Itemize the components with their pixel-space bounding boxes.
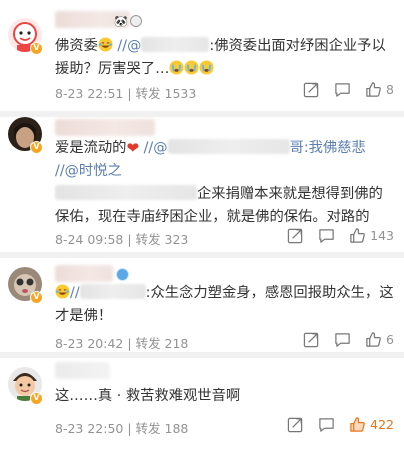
share-icon	[303, 82, 319, 98]
comment-icon	[335, 83, 350, 97]
share-button[interactable]	[303, 331, 320, 348]
action-bar: 143	[273, 227, 394, 244]
verified-badge-icon: V	[30, 42, 43, 55]
comment-button[interactable]	[334, 331, 351, 348]
comment-button[interactable]	[318, 416, 335, 433]
share-button[interactable]	[303, 81, 320, 98]
repost-item: V 这……真 · 救苦救难观世音啊 8-23 22:50 | 转发 188 42…	[0, 358, 404, 452]
repost-text: //:众生念力塑金身，感恩回报助众生，这才是佛！	[55, 284, 394, 324]
share-button[interactable]	[287, 416, 304, 433]
heart-emoji-icon: ❤	[126, 139, 140, 157]
like-button[interactable]: 143	[349, 227, 394, 244]
comment-icon	[335, 333, 350, 347]
mention-redacted	[167, 139, 290, 154]
like-icon	[366, 332, 381, 347]
comment-icon	[319, 229, 334, 243]
comment-button[interactable]	[334, 81, 351, 98]
repost-text: 佛资委 //@:佛资委出面对纾困企业予以援助？厉害哭了…	[55, 37, 386, 77]
repost-item: V 爱是流动的❤ //@ 哥:我佛慈悲 //@时悦之 企来捐赠本来就是想得到佛的保佑…	[0, 117, 404, 253]
action-bar: 6	[289, 331, 394, 348]
repost-meta: 8-24 09:58 | 转发 323	[55, 232, 189, 247]
laugh-cry-emoji-icon	[98, 37, 113, 52]
crying-emoji-icon	[169, 60, 184, 75]
crying-emoji-icon	[184, 60, 199, 75]
share-button[interactable]	[287, 227, 304, 244]
repost-meta: 8-23 22:51 | 转发 1533	[55, 86, 197, 101]
verified-badge-icon: V	[30, 141, 43, 154]
text-redacted	[55, 185, 197, 200]
share-icon	[303, 332, 319, 348]
username-redacted[interactable]	[55, 119, 155, 136]
like-button[interactable]: 6	[365, 331, 394, 348]
level-badge-icon	[116, 268, 129, 281]
like-button[interactable]: 8	[365, 81, 394, 98]
like-icon	[350, 417, 365, 432]
like-button-active[interactable]: 422	[349, 416, 394, 433]
action-bar: 422	[273, 416, 394, 433]
share-icon	[287, 228, 303, 244]
action-bar: 8	[289, 81, 394, 98]
repost-item: V //:众生念力塑金身，感恩回报助众生，这才是佛！ 8-23 20:42 | …	[0, 258, 404, 352]
username-redacted[interactable]	[55, 362, 110, 379]
like-icon	[350, 228, 365, 243]
mention-redacted	[141, 37, 210, 52]
medal-icon	[130, 15, 142, 27]
username-redacted[interactable]	[55, 265, 113, 282]
like-icon	[366, 82, 381, 97]
crying-emoji-icon	[199, 60, 214, 75]
repost-item: V 🐼 佛资委 //@:佛资委出面对纾困企业予以援助？厉害哭了… 8-23 22…	[0, 0, 404, 113]
comment-button[interactable]	[318, 227, 335, 244]
comment-icon	[319, 418, 334, 432]
repost-text: 爱是流动的❤ //@ 哥:我佛慈悲 //@时悦之 企来捐赠本来就是想得到佛的保佑，现…	[55, 139, 383, 225]
repost-meta: 8-23 22:50 | 转发 188	[55, 421, 189, 436]
panda-emoji-icon: 🐼	[114, 15, 128, 28]
verified-badge-icon: V	[30, 291, 43, 304]
share-icon	[287, 417, 303, 433]
verified-badge-icon: V	[30, 392, 43, 405]
laugh-cry-emoji-icon	[55, 284, 70, 299]
repost-meta: 8-23 20:42 | 转发 218	[55, 336, 189, 351]
mention-redacted	[79, 284, 146, 299]
repost-text: 这……真 · 救苦救难观世音啊	[55, 388, 241, 404]
